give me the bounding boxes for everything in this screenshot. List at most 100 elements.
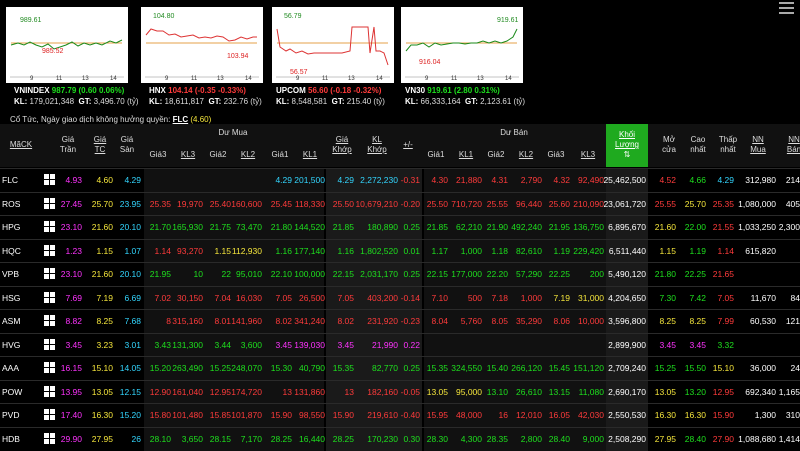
table-cell: 84 <box>790 292 800 303</box>
col-gia2-sell[interactable]: Giá2 <box>484 150 508 160</box>
stock-symbol[interactable]: HDB <box>2 434 20 444</box>
table-cell: 2,709,240 <box>608 363 646 373</box>
stock-symbol[interactable]: HSG <box>2 293 20 303</box>
table-row[interactable]: FLC 4.93 4.60 4.29 4.29 201,500 4.29 2,272,230-… <box>0 168 800 192</box>
index-name: UPCOM <box>276 86 306 95</box>
col-san[interactable]: Giá Sàn <box>115 135 139 155</box>
col-nn-mua[interactable]: NN Mua <box>746 135 770 155</box>
grid-icon[interactable] <box>44 268 55 279</box>
col-mo-cua[interactable]: Mở cửa <box>658 135 680 155</box>
col-gia1-sell[interactable]: Giá1 <box>424 150 448 160</box>
grid-icon[interactable] <box>44 338 55 350</box>
stock-symbol[interactable]: VPB <box>2 269 19 279</box>
x-tick: 14 <box>376 76 383 82</box>
table-cell: 180,890 <box>367 222 398 232</box>
table-cell: 17.40 <box>60 410 82 420</box>
col-gia2-buy[interactable]: Giá2 <box>206 150 230 160</box>
col-change[interactable]: +/- <box>398 140 418 150</box>
table-row[interactable]: PVD 17.40 16.30 15.20 15.80 101,480 15.85 101,8… <box>0 403 800 427</box>
col-kl2-sell[interactable]: KL2 <box>514 150 538 160</box>
table-cell: 22.00 <box>684 222 706 232</box>
col-cao-nhat[interactable]: Cao nhất <box>686 135 710 155</box>
menu-icon[interactable] <box>779 2 794 14</box>
table-row[interactable]: AAA 16.15 15.10 14.05 15.20 263,490 15.25 248,0… <box>0 356 800 380</box>
grid-icon[interactable] <box>44 432 55 444</box>
table-cell: 26,610 <box>516 386 542 397</box>
table-row[interactable]: HVG 3.45 3.23 3.01 3.43 131,300 3.44 3,600 3.45 1… <box>0 332 800 357</box>
grid-icon[interactable] <box>44 174 55 185</box>
table-cell: 25.50 <box>426 198 448 209</box>
grid-icon[interactable] <box>44 315 55 326</box>
table-cell: 101,870 <box>231 410 262 420</box>
table-cell: 1.17 <box>431 245 448 256</box>
stock-symbol[interactable]: ASM <box>2 316 20 326</box>
table-cell: 1.14 <box>717 245 734 256</box>
stock-symbol[interactable]: POW <box>2 387 22 397</box>
table-cell: 22.25 <box>548 269 570 279</box>
grid-icon[interactable] <box>44 291 55 303</box>
table-cell: 16,440 <box>299 433 325 444</box>
col-thap-nhat[interactable]: Thấp nhất <box>714 135 742 155</box>
table-row[interactable]: HDB 29.90 27.95 26 28.10 3,650 28.15 7,170 28.25… <box>0 426 800 451</box>
grid-icon[interactable] <box>44 221 55 232</box>
col-tc[interactable]: Giá TC <box>88 135 112 155</box>
grid-icon[interactable] <box>44 244 55 256</box>
table-cell: 23.10 <box>60 269 82 279</box>
table-row[interactable]: HQC 1.23 1.15 1.07 1.14 93,270 1.15 112,930 1.16… <box>0 238 800 263</box>
table-row[interactable]: HPG 23.10 21.60 20.10 21.70 165,930 21.75 73,47… <box>0 215 800 239</box>
stock-symbol[interactable]: FLC <box>2 175 18 185</box>
stock-symbol[interactable]: AAA <box>2 363 19 373</box>
table-cell: 4,204,650 <box>608 292 646 303</box>
x-tick: 14 <box>110 76 117 82</box>
grid-icon[interactable] <box>44 197 55 209</box>
col-kl3-buy[interactable]: KL3 <box>176 150 200 160</box>
table-cell: 118,330 <box>294 198 325 209</box>
index-mini-chart: 919.61 916.04 9 11 13 14 <box>401 7 523 83</box>
stock-symbol[interactable]: HPG <box>2 222 20 232</box>
table-cell: 20.10 <box>119 269 141 279</box>
col-khoi-luong[interactable]: Khối Lượng ⇅ <box>606 124 648 167</box>
col-kl2-buy[interactable]: KL2 <box>236 150 260 160</box>
stock-symbol[interactable]: PVD <box>2 410 19 420</box>
table-cell: 266,120 <box>511 363 542 373</box>
col-nn-ban[interactable]: NN Bán <box>782 135 800 155</box>
table-cell: 23.10 <box>60 222 82 232</box>
col-kl1-sell[interactable]: KL1 <box>454 150 478 160</box>
table-cell: 1.18 <box>491 245 508 256</box>
col-tran[interactable]: Giá Trần <box>56 135 80 155</box>
index-volume: KL: 179,021,348 GT: 3,496.70 (tỷ) <box>14 97 139 106</box>
grid-icon[interactable] <box>44 385 55 397</box>
table-cell: 20.10 <box>119 222 141 232</box>
table-cell: 13.10 <box>486 386 508 397</box>
note-symbol[interactable]: FLC <box>173 115 189 124</box>
table-row[interactable]: HSG 7.69 7.19 6.69 7.02 30,150 7.04 16,030 7.05 2… <box>0 285 800 310</box>
table-cell: 7,170 <box>240 433 262 444</box>
group-du-mua: Dư Mua <box>218 128 248 137</box>
col-gia1-buy[interactable]: Giá1 <box>268 150 292 160</box>
table-cell: 4.52 <box>659 175 676 185</box>
table-cell: 3.45 <box>659 339 676 350</box>
table-cell: 6,895,670 <box>608 222 646 232</box>
col-gia3-buy[interactable]: Giá3 <box>146 150 170 160</box>
table-cell: 16.30 <box>684 410 706 420</box>
col-gia-khop[interactable]: Giá Khớp <box>328 135 356 155</box>
col-kl1-buy[interactable]: KL1 <box>298 150 322 160</box>
grid-icon[interactable] <box>44 409 55 420</box>
table-cell: 15.25 <box>209 363 231 373</box>
sort-icon[interactable]: ⇅ <box>624 150 631 159</box>
stock-symbol[interactable]: ROS <box>2 199 20 209</box>
col-mack[interactable]: MãCK <box>6 140 36 150</box>
table-row[interactable]: VPB 23.10 21.60 20.10 21.95 10 22 95,010 22.10 10… <box>0 262 800 286</box>
stock-symbol[interactable]: HQC <box>2 246 21 256</box>
dividend-note: Cổ Tức, Ngày giao dịch không hưởng quyền… <box>10 115 211 124</box>
table-cell: 131,860 <box>294 386 325 397</box>
col-gia3-sell[interactable]: Giá3 <box>544 150 568 160</box>
table-row[interactable]: ASM 8.82 8.25 7.68 8 315,160 8.01 141,960 8.02 34… <box>0 309 800 333</box>
table-row[interactable]: ROS 27.45 25.70 23.95 25.35 19,970 25.40 160,60… <box>0 191 800 216</box>
table-row[interactable]: POW 13.95 13.05 12.15 12.90 161,040 12.95 174,7… <box>0 379 800 404</box>
col-kl3-sell[interactable]: KL3 <box>576 150 600 160</box>
stock-symbol[interactable]: HVG <box>2 340 20 350</box>
grid-icon[interactable] <box>44 362 55 373</box>
col-kl-khop[interactable]: KL Khớp <box>362 135 392 155</box>
table-cell: 8 <box>166 316 171 326</box>
